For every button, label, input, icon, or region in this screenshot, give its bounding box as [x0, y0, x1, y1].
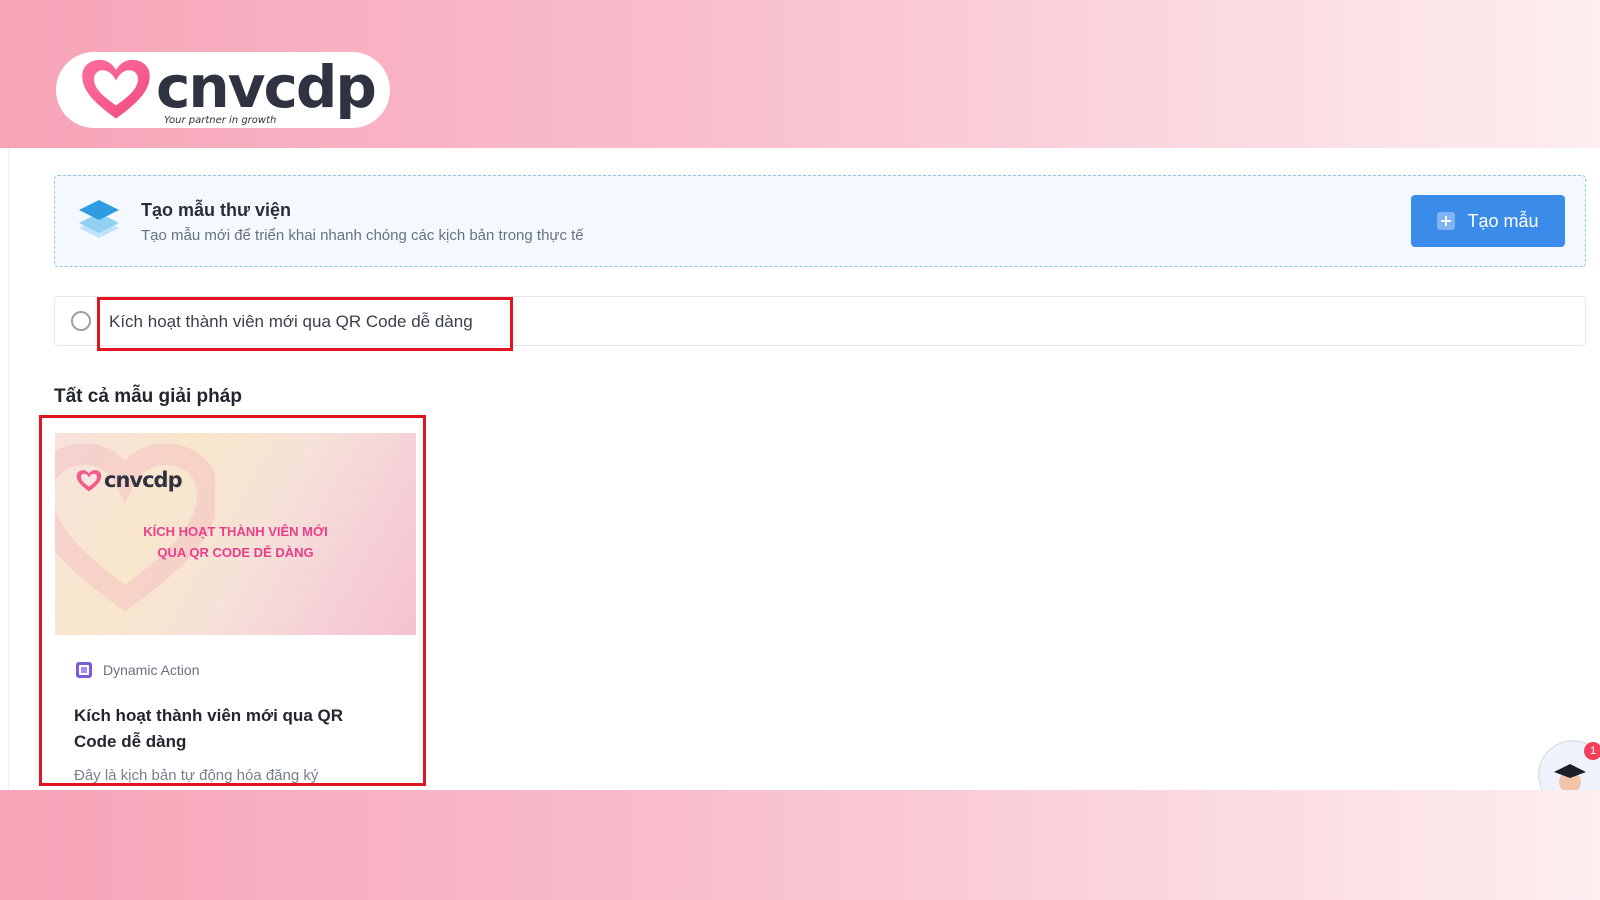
- banner-title: Tạo mẫu thư viện: [141, 200, 292, 220]
- create-template-label: Tạo mẫu: [1467, 210, 1539, 231]
- layers-icon: [79, 200, 119, 238]
- create-template-banner: Tạo mẫu thư viện Tạo mẫu mới để triển kh…: [54, 175, 1586, 267]
- plus-icon: [1437, 212, 1456, 230]
- search-icon: [71, 311, 91, 331]
- brand-tagline: Your partner in growth: [164, 115, 277, 126]
- brand-name: cnvcdp Your partner in growth: [156, 53, 377, 126]
- card-highlight-box: [39, 415, 426, 786]
- create-template-button[interactable]: Tạo mẫu: [1411, 195, 1565, 247]
- search-highlight-box: [97, 297, 513, 351]
- brand-logo: cnvcdp Your partner in growth: [56, 52, 390, 128]
- section-title: Tất cả mẫu giải pháp: [54, 386, 242, 407]
- main-panel: Tạo mẫu thư viện Tạo mẫu mới để triển kh…: [0, 148, 1600, 790]
- heart-logo-icon: [82, 59, 150, 119]
- divider: [8, 148, 9, 790]
- notification-badge: 1: [1584, 742, 1600, 760]
- banner-subtitle: Tạo mẫu mới để triển khai nhanh chóng cá…: [141, 227, 584, 244]
